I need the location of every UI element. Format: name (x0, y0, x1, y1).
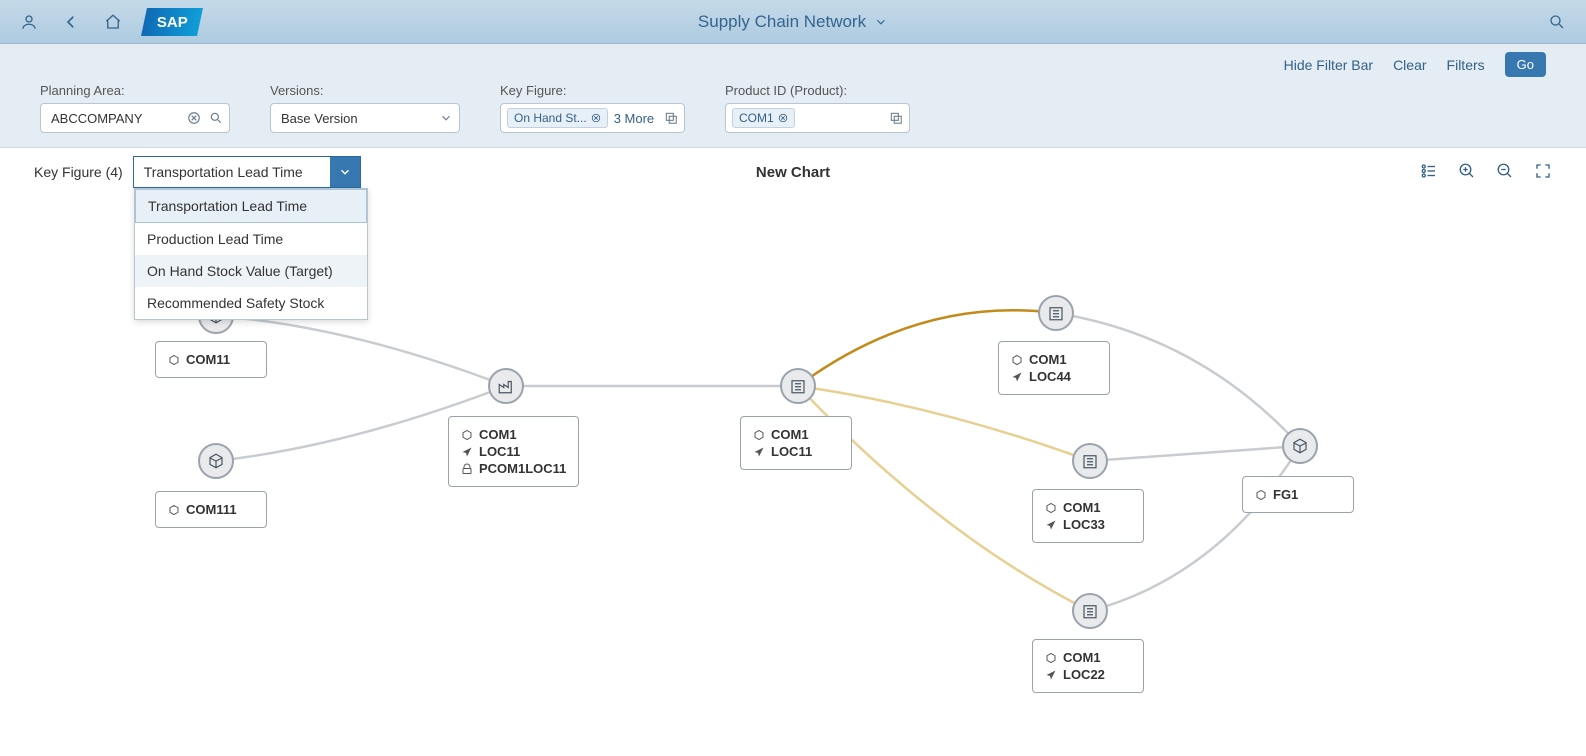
filter-bar: Hide Filter Bar Clear Filters Go Plannin… (0, 44, 1586, 148)
go-button[interactable]: Go (1505, 52, 1546, 77)
kf-option-onhand[interactable]: On Hand Stock Value (Target) (135, 255, 367, 287)
filter-key-figure: Key Figure: On Hand St... 3 More (500, 83, 685, 133)
value-help-icon[interactable] (664, 111, 678, 125)
value-help-icon[interactable] (889, 111, 903, 125)
section-bar: Key Figure (4) Transportation Lead Time … (0, 148, 1586, 196)
node-location: LOC11 (479, 444, 520, 459)
node-product: COM1 (771, 427, 809, 442)
clear-icon[interactable] (187, 111, 201, 125)
filters-button[interactable]: Filters (1447, 57, 1485, 73)
node-location: LOC11 (771, 444, 812, 459)
key-figure-input[interactable]: On Hand St... 3 More (500, 103, 685, 133)
node-box-com11[interactable]: COM11 (155, 341, 267, 378)
node-box-loc44[interactable]: COM1 LOC44 (998, 341, 1110, 395)
node-box-com111[interactable]: COM111 (155, 491, 267, 528)
search-icon[interactable] (1540, 5, 1574, 39)
chevron-down-icon (330, 157, 360, 187)
node-box-loc11-dc[interactable]: COM1 LOC11 (740, 416, 852, 470)
node-product: COM11 (186, 352, 230, 367)
node-circle-com111[interactable] (198, 443, 234, 479)
planning-area-value: ABCCOMPANY (47, 111, 187, 126)
legend-icon[interactable] (1420, 162, 1438, 183)
planning-area-input[interactable]: ABCCOMPANY (40, 103, 230, 133)
chevron-down-icon (874, 15, 888, 29)
node-product: COM1 (1029, 352, 1067, 367)
node-circle-fg1[interactable] (1282, 428, 1318, 464)
shell-header: SAP Supply Chain Network (0, 0, 1586, 44)
kf-selected: Transportation Lead Time (134, 159, 330, 185)
page-title[interactable]: Supply Chain Network (698, 12, 888, 32)
filter-planning-area: Planning Area: ABCCOMPANY (40, 83, 230, 133)
product-id-chip: COM1 (732, 108, 795, 128)
zoom-in-icon[interactable] (1458, 162, 1476, 183)
versions-select[interactable]: Base Version (270, 103, 460, 133)
chip-text: On Hand St... (514, 111, 587, 125)
node-box-loc33[interactable]: COM1 LOC33 (1032, 489, 1144, 543)
user-icon[interactable] (12, 5, 46, 39)
filter-product-id: Product ID (Product): COM1 (725, 83, 910, 133)
node-box-fg1[interactable]: FG1 (1242, 476, 1354, 513)
versions-value: Base Version (277, 111, 439, 126)
key-figure-label: Key Figure: (500, 83, 685, 98)
product-id-label: Product ID (Product): (725, 83, 910, 98)
fullscreen-icon[interactable] (1534, 162, 1552, 183)
node-circle-loc44[interactable] (1038, 295, 1074, 331)
kf-option-production[interactable]: Production Lead Time (135, 223, 367, 255)
node-product: COM1 (1063, 500, 1101, 515)
filter-actions: Hide Filter Bar Clear Filters Go (40, 52, 1546, 77)
chart-title: New Chart (756, 164, 830, 181)
kf-option-safety[interactable]: Recommended Safety Stock (135, 287, 367, 319)
hide-filter-button[interactable]: Hide Filter Bar (1284, 57, 1373, 73)
node-source: PCOM1LOC11 (479, 461, 566, 476)
canvas-toolbar (1420, 162, 1552, 183)
page-title-text: Supply Chain Network (698, 12, 866, 32)
kf-dropdown: Transportation Lead Time Production Lead… (134, 188, 368, 320)
kf-select[interactable]: Transportation Lead Time (133, 156, 361, 188)
close-icon[interactable] (591, 113, 601, 123)
node-product: COM1 (479, 427, 517, 442)
node-location: LOC44 (1029, 369, 1071, 384)
node-box-loc22[interactable]: COM1 LOC22 (1032, 639, 1144, 693)
clear-button[interactable]: Clear (1393, 57, 1426, 73)
kf-option-transport[interactable]: Transportation Lead Time (135, 189, 367, 223)
node-circle-loc33[interactable] (1072, 443, 1108, 479)
node-circle-loc11-dc[interactable] (780, 368, 816, 404)
node-box-loc11-plant[interactable]: COM1 LOC11 PCOM1LOC11 (448, 416, 579, 487)
node-location: LOC33 (1063, 517, 1105, 532)
key-figure-chip: On Hand St... (507, 108, 608, 128)
chip-text: COM1 (739, 111, 774, 125)
close-icon[interactable] (778, 113, 788, 123)
versions-label: Versions: (270, 83, 460, 98)
node-product: FG1 (1273, 487, 1298, 502)
node-product: COM1 (1063, 650, 1101, 665)
node-circle-loc22[interactable] (1072, 593, 1108, 629)
sap-logo: SAP (141, 8, 203, 36)
header-left: SAP (12, 5, 200, 39)
back-icon[interactable] (54, 5, 88, 39)
node-product: COM111 (186, 502, 237, 517)
search-icon[interactable] (209, 111, 223, 125)
node-circle-loc11-plant[interactable] (488, 368, 524, 404)
filter-versions: Versions: Base Version (270, 83, 460, 133)
more-count: 3 More (614, 111, 654, 126)
home-icon[interactable] (96, 5, 130, 39)
node-location: LOC22 (1063, 667, 1105, 682)
zoom-out-icon[interactable] (1496, 162, 1514, 183)
product-id-input[interactable]: COM1 (725, 103, 910, 133)
kf-count-label: Key Figure (4) (34, 164, 123, 180)
planning-area-label: Planning Area: (40, 83, 230, 98)
chevron-down-icon (439, 111, 453, 125)
filters-row: Planning Area: ABCCOMPANY Versions: Base… (40, 83, 1546, 133)
header-right (1540, 5, 1574, 39)
